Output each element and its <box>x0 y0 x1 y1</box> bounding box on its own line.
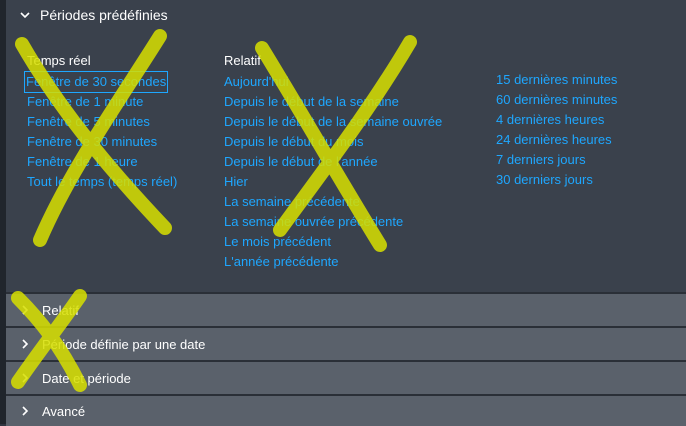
preset-link-7d[interactable]: 7 derniers jours <box>496 150 617 170</box>
preset-link-previous-week[interactable]: La semaine précédente <box>224 192 442 212</box>
section-row-relative[interactable]: Relatif <box>6 292 686 326</box>
section-row-date-range[interactable]: Période définie par une date <box>6 326 686 360</box>
realtime-heading: Temps réel <box>27 53 91 68</box>
preset-link-month-to-date[interactable]: Depuis le début du mois <box>224 132 442 152</box>
preset-link-previous-month[interactable]: Le mois précédent <box>224 232 442 252</box>
section-header-predefined[interactable]: Périodes prédéfinies <box>6 0 686 30</box>
chevron-right-icon <box>14 372 36 384</box>
preset-link-alltime[interactable]: Tout le temps (temps réel) <box>27 172 177 192</box>
preset-link-24h[interactable]: 24 dernières heures <box>496 130 617 150</box>
relative-column: Relatif Aujourd'hui Depuis le début de l… <box>224 52 442 272</box>
chevron-right-icon <box>14 338 36 350</box>
preset-link-yesterday[interactable]: Hier <box>224 172 442 192</box>
chevron-right-icon <box>14 405 36 417</box>
section-row-title: Relatif <box>42 302 79 318</box>
preset-link-previous-business-week[interactable]: La semaine ouvrée précédente <box>224 212 442 232</box>
preset-link-30s[interactable]: Fenêtre de 30 secondes <box>23 71 169 93</box>
preset-link-year-to-date[interactable]: Depuis le début de l'année <box>224 152 442 172</box>
preset-link-business-week-to-date[interactable]: Depuis le début de la semaine ouvrée <box>224 112 442 132</box>
preset-link-60min[interactable]: 60 dernières minutes <box>496 90 617 110</box>
preset-link-1min[interactable]: Fenêtre de 1 minute <box>27 92 177 112</box>
section-row-date-and-period[interactable]: Date et période <box>6 360 686 394</box>
section-row-title: Date et période <box>42 370 131 386</box>
chevron-right-icon <box>14 304 36 316</box>
preset-link-30min[interactable]: Fenêtre de 30 minutes <box>27 132 177 152</box>
preset-link-30d[interactable]: 30 derniers jours <box>496 170 617 190</box>
chevron-down-icon <box>14 9 36 21</box>
section-row-title: Période définie par une date <box>42 336 206 352</box>
preset-link-5min[interactable]: Fenêtre de 5 minutes <box>27 112 177 132</box>
section-row-advanced[interactable]: Avancé <box>6 394 686 426</box>
section-title: Périodes prédéfinies <box>40 7 168 23</box>
preset-link-4h[interactable]: 4 dernières heures <box>496 110 617 130</box>
preset-link-1h[interactable]: Fenêtre de 1 heure <box>27 152 177 172</box>
relative-heading: Relatif <box>224 53 261 68</box>
presets-panel: Temps réel Fenêtre de 30 secondes Fenêtr… <box>6 30 686 292</box>
preset-link-previous-year[interactable]: L'année précédente <box>224 252 442 272</box>
preset-link-week-to-date[interactable]: Depuis le début de la semaine <box>224 92 442 112</box>
realtime-column: Temps réel Fenêtre de 30 secondes Fenêtr… <box>23 52 177 192</box>
section-row-title: Avancé <box>42 403 86 419</box>
preset-link-15min[interactable]: 15 dernières minutes <box>496 70 617 90</box>
recent-column: 15 dernières minutes 60 dernières minute… <box>496 70 617 190</box>
preset-link-today[interactable]: Aujourd'hui <box>224 72 442 92</box>
time-range-picker: Périodes prédéfinies Temps réel Fenêtre … <box>0 0 686 426</box>
